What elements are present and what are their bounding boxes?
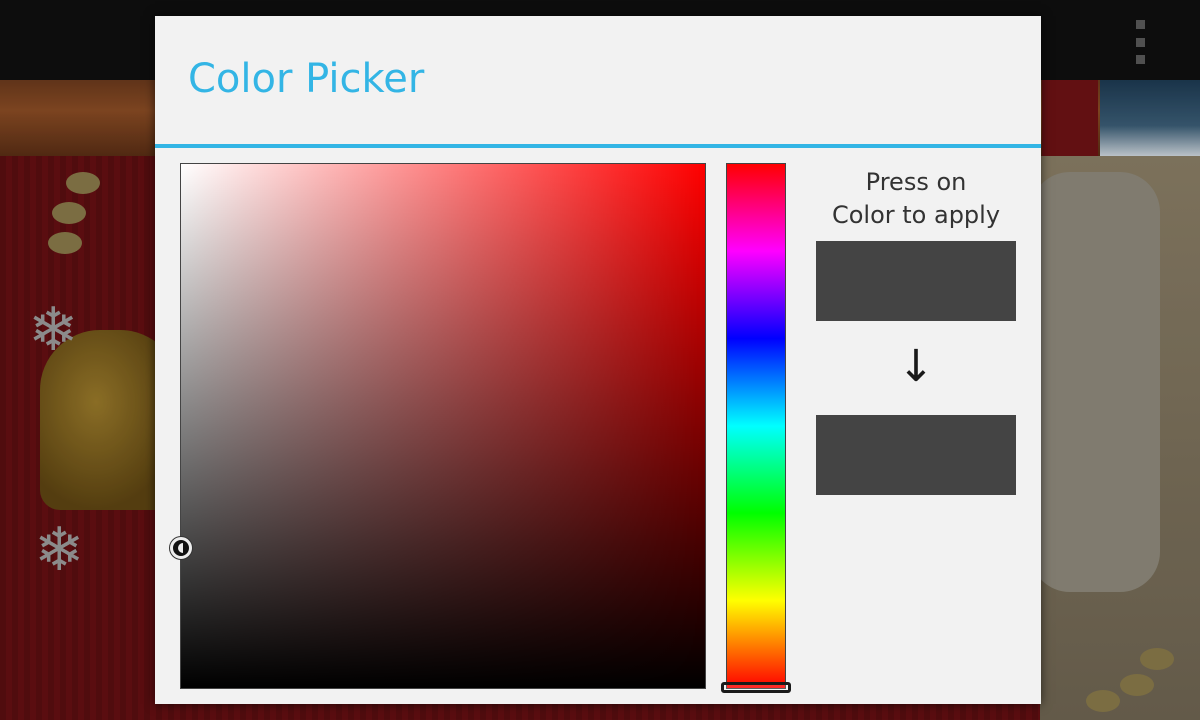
new-color-swatch[interactable] [816,415,1016,495]
hue-slider-handle[interactable] [721,682,791,693]
old-color-swatch[interactable] [816,241,1016,321]
hue-slider[interactable] [726,163,786,689]
title-divider [155,144,1041,148]
arrow-down-icon: ↓ [897,341,935,392]
apply-instructions: Press on Color to apply [805,166,1027,232]
color-picker-dialog: Color Picker Press on Color to apply ↓ [155,16,1041,704]
instructions-line-2: Color to apply [831,201,1001,229]
sv-black-gradient [181,164,705,688]
dialog-title: Color Picker [188,56,425,102]
saturation-value-picker[interactable] [180,163,706,689]
sv-cursor-handle[interactable] [170,537,192,559]
instructions-line-1: Press on [865,168,967,196]
